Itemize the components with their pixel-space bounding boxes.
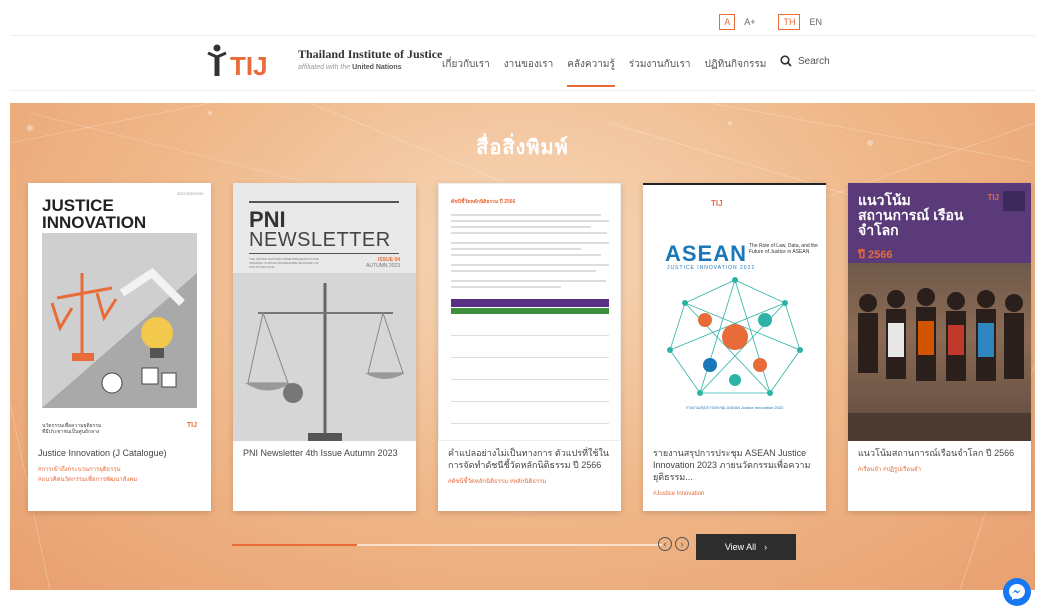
partner-logo	[1003, 191, 1025, 211]
cover-year: ปี 2566	[858, 249, 893, 261]
lang-en-button[interactable]: EN	[806, 15, 825, 29]
publication-tag[interactable]: #แนวคิดนวัตกรรมเพื่อการพัฒนาสังคม	[38, 475, 201, 485]
logo-wordmark: TIJ	[230, 51, 268, 79]
publication-tag[interactable]: #การเข้าถึงกระบวนการยุติธรรม	[38, 465, 201, 475]
lang-th-button[interactable]: TH	[778, 14, 801, 30]
logo-text: Thailand Institute of Justice affiliated…	[298, 48, 442, 74]
view-all-label: View All	[724, 542, 757, 552]
search-label: Search	[798, 55, 830, 67]
nav-item-knowledge[interactable]: คลังความรู้	[567, 37, 615, 91]
site-logo[interactable]: TIJ Thailand Institute of Justice affili…	[206, 43, 442, 81]
cover-logo: TIJ	[186, 422, 197, 429]
cover-small-text: THE UNITED NATIONS CRIME PREVENTION AND …	[249, 257, 319, 269]
publication-tag[interactable]: #ดัชนีชี้วัดหลักนิติธรรม	[448, 479, 508, 485]
publication-tags: #เรือนจำ #ปฏิรูปเรือนจำ	[858, 465, 1021, 475]
publication-tag[interactable]: #หลักนิติธรรม	[510, 479, 547, 485]
cover-illustration	[42, 233, 197, 408]
publication-cover[interactable]: ดัชนีชี้วัดหลักนิติธรรม ปี 2566	[438, 183, 621, 441]
carousel-progress[interactable]	[232, 544, 662, 546]
messenger-chat-button[interactable]	[1003, 578, 1031, 606]
publication-tag[interactable]: #ปฏิรูปเรือนจำ	[883, 467, 921, 473]
publication-tags: #ดัชนีชี้วัดหลักนิติธรรม #หลักนิติธรรม	[448, 477, 611, 487]
publication-card[interactable]: TIJ ASEAN JUSTICE INNOVATION 2022 The Ro…	[643, 183, 826, 511]
chevron-right-icon: ›	[764, 542, 768, 552]
cover-subheading: JUSTICE INNOVATION 2022	[667, 265, 756, 271]
cover-heading: แนวโน้ม สถานการณ์ เรือนจำโลก	[858, 192, 964, 238]
messenger-icon	[1009, 584, 1025, 600]
org-name: Thailand Institute of Justice	[298, 47, 443, 61]
publication-card[interactable]: PNI NEWSLETTER THE UNITED NATIONS CRIME …	[233, 183, 416, 511]
cover-footer: นวัตกรรมเพื่อความยุติธรรม ที่มีประชาชนเป็…	[42, 423, 102, 435]
utility-bar: A A+ TH EN	[10, 10, 1035, 36]
publication-card[interactable]: 2023 EDITION JUSTICE INNOVATION นวัตกรรม…	[28, 183, 211, 511]
publication-cover[interactable]: PNI NEWSLETTER THE UNITED NATIONS CRIME …	[233, 183, 416, 441]
cover-heading: PNI	[249, 207, 286, 232]
font-size-small-button[interactable]: A	[719, 14, 736, 30]
publication-cover[interactable]: 2023 EDITION JUSTICE INNOVATION นวัตกรรม…	[28, 183, 211, 441]
tij-logo-icon: TIJ	[206, 43, 280, 81]
publication-tag[interactable]: #Justice Innovation	[653, 491, 704, 497]
cover-heading: JUSTICE INNOVATION	[42, 196, 147, 232]
publication-cover[interactable]: แนวโน้ม สถานการณ์ เรือนจำโลก ปี 2566 TIJ	[848, 183, 1031, 441]
publication-card[interactable]: ดัชนีชี้วัดหลักนิติธรรม ปี 2566 คำแปลอย่…	[438, 183, 621, 511]
cover-logo: TIJ	[711, 199, 723, 208]
chevron-right-icon: ›	[680, 538, 684, 549]
cover-logo: TIJ	[987, 193, 999, 202]
carousel-prev-button[interactable]: ‹	[658, 537, 672, 551]
cover-tagline: The Role of Law, Data, and the Future of…	[749, 243, 818, 255]
carousel-arrows: ‹ ›	[658, 537, 689, 551]
section-title: สื่อสิ่งพิมพ์	[476, 137, 569, 159]
publication-card[interactable]: แนวโน้ม สถานการณ์ เรือนจำโลก ปี 2566 TIJ	[848, 183, 1031, 511]
cover-issue: ISSUE 04 AUTUMN 2023	[366, 257, 400, 269]
publication-title[interactable]: รายงานสรุปการประชุม ASEAN Justice Innova…	[653, 447, 816, 483]
scale-illustration	[233, 273, 416, 441]
publication-title[interactable]: PNI Newsletter 4th Issue Autumn 2023	[243, 447, 406, 459]
nav-item-about[interactable]: เกี่ยวกับเรา	[442, 37, 490, 91]
affiliation: affiliated with the United Nations	[298, 64, 402, 71]
carousel-next-button[interactable]: ›	[675, 537, 689, 551]
publications-section: สื่อสิ่งพิมพ์ 2023 EDITION JUSTICE INNOVA…	[10, 103, 1035, 590]
carousel-progress-fill	[232, 544, 357, 546]
chevron-left-icon: ‹	[663, 538, 667, 549]
main-nav: เกี่ยวกับเรา งานของเรา คลังความรู้ ร่วมง…	[442, 37, 766, 91]
cover-heading: ASEAN	[665, 241, 748, 266]
publication-carousel: 2023 EDITION JUSTICE INNOVATION นวัตกรรม…	[28, 183, 1031, 511]
nav-item-our-work[interactable]: งานของเรา	[504, 37, 553, 91]
cover-edition: 2023 EDITION	[176, 191, 203, 196]
cover-subheading: NEWSLETTER	[249, 229, 391, 251]
search-button[interactable]: Search	[780, 55, 830, 67]
cover-heading: ดัชนีชี้วัดหลักนิติธรรม ปี 2566	[451, 199, 516, 205]
publication-title[interactable]: คำแปลอย่างไม่เป็นทางการ ตัวแปรที่ใช้ในกา…	[448, 447, 611, 471]
network-illustration	[667, 277, 803, 396]
font-size-large-button[interactable]: A+	[741, 15, 758, 29]
cover-photo	[848, 263, 1031, 441]
publication-cover[interactable]: TIJ ASEAN JUSTICE INNOVATION 2022 The Ro…	[643, 183, 826, 441]
cover-caption: รายงานสรุปการประชุม ASEAN Justice Innova…	[685, 405, 784, 410]
publication-tag[interactable]: #เรือนจำ	[858, 467, 881, 473]
nav-item-calendar[interactable]: ปฏิทินกิจกรรม	[705, 37, 767, 91]
site-header: TIJ Thailand Institute of Justice affili…	[10, 37, 1035, 91]
publication-title[interactable]: Justice Innovation (J Catalogue)	[38, 447, 201, 459]
utility-controls: A A+ TH EN	[719, 14, 825, 30]
publication-tags: #Justice Innovation	[653, 489, 816, 499]
search-icon	[780, 55, 792, 67]
publication-title[interactable]: แนวโน้มสถานการณ์เรือนจำโลก ปี 2566	[858, 447, 1021, 459]
view-all-button[interactable]: View All ›	[696, 534, 796, 560]
publication-tags: #การเข้าถึงกระบวนการยุติธรรม #แนวคิดนวัต…	[38, 465, 201, 485]
nav-item-careers[interactable]: ร่วมงานกับเรา	[629, 37, 691, 91]
